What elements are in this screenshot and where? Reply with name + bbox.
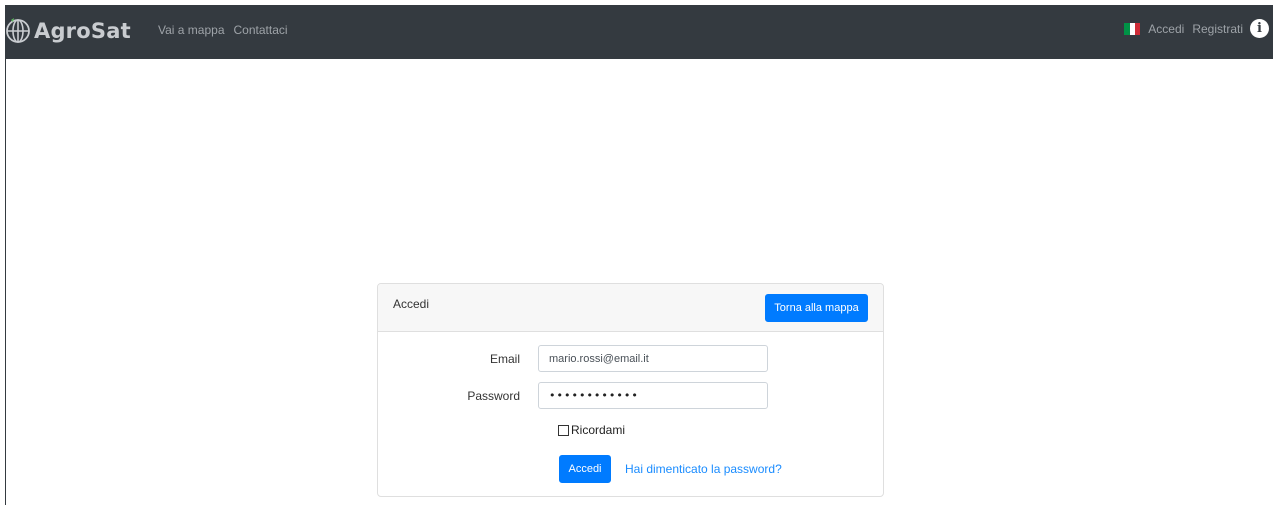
password-field[interactable] <box>538 382 768 409</box>
email-row: Email <box>378 345 768 372</box>
login-button[interactable]: Accedi <box>559 455 611 483</box>
nav-link-contact[interactable]: Contattaci <box>234 23 288 37</box>
nav-link-map[interactable]: Vai a mappa <box>158 23 225 37</box>
nav-links: Vai a mappa Contattaci <box>158 23 288 37</box>
brand-logo[interactable]: AgroSat <box>5 13 131 49</box>
login-card: Accedi Torna alla mappa Email Password R… <box>377 283 884 497</box>
info-icon[interactable]: i <box>1250 19 1269 38</box>
remember-label[interactable]: Ricordami <box>571 423 625 437</box>
nav-right: Accedi Registrati i <box>1124 19 1269 38</box>
email-field[interactable] <box>538 345 768 372</box>
remember-me: Ricordami <box>558 423 625 437</box>
password-row: Password <box>378 382 768 409</box>
flag-stripe-red <box>1134 22 1141 35</box>
italy-flag-icon[interactable] <box>1124 22 1141 35</box>
page-left-border <box>5 58 6 505</box>
nav-login-link[interactable]: Accedi <box>1148 22 1184 36</box>
brand-name: AgroSat <box>34 19 131 43</box>
nav-register-link[interactable]: Registrati <box>1192 22 1243 36</box>
forgot-password-link[interactable]: Hai dimenticato la password? <box>625 462 782 476</box>
remember-checkbox[interactable] <box>558 424 569 436</box>
login-card-title: Accedi <box>393 297 430 311</box>
top-navbar: AgroSat Vai a mappa Contattaci Accedi Re… <box>5 5 1273 59</box>
globe-icon <box>6 18 30 43</box>
email-label: Email <box>489 351 520 366</box>
password-label: Password <box>467 388 520 403</box>
back-to-map-button[interactable]: Torna alla mappa <box>765 294 868 322</box>
login-card-header: Accedi Torna alla mappa <box>378 284 883 332</box>
